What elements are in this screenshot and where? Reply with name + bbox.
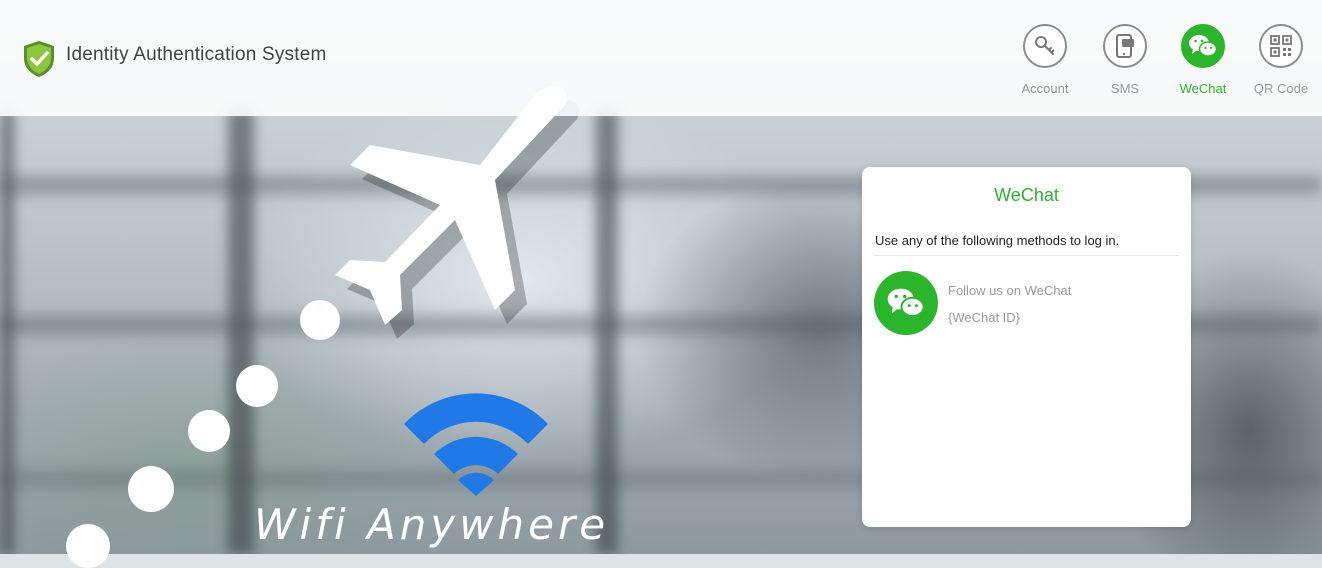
- card-title: WeChat: [994, 185, 1059, 205]
- wechat-icon: [1189, 35, 1218, 57]
- nav-wechat-label: WeChat: [1179, 81, 1227, 96]
- wechat-follow-button[interactable]: [874, 271, 938, 335]
- shield-check-icon: [24, 41, 54, 77]
- decorative-dot: [66, 524, 110, 568]
- nav-qr-code-label: QR Code: [1253, 81, 1309, 96]
- page-title: Identity Authentication System: [66, 44, 327, 65]
- card-description: Use any of the following methods to log …: [875, 233, 1120, 248]
- nav-wechat[interactable]: WeChat: [1168, 24, 1238, 96]
- nav-account[interactable]: Account: [1010, 24, 1080, 96]
- qr-code-icon: [1270, 35, 1292, 57]
- nav-account-label: Account: [1021, 81, 1069, 96]
- wechat-icon: [887, 288, 925, 318]
- decorative-dot: [300, 300, 340, 340]
- divider: [874, 255, 1179, 256]
- follow-text[interactable]: Follow us on WeChat: [948, 283, 1071, 298]
- nav-wechat-circle: [1181, 24, 1225, 68]
- decorative-dot: [128, 466, 174, 512]
- nav-sms-circle: [1103, 24, 1147, 68]
- banner-text: Wifi Anywhere: [254, 500, 610, 549]
- phone-message-icon: [1116, 34, 1134, 58]
- wifi-icon: [404, 393, 548, 496]
- nav-sms-label: SMS: [1110, 81, 1140, 96]
- decorative-dot: [236, 365, 278, 407]
- decorative-dot: [188, 410, 230, 452]
- nav-qr-code[interactable]: QR Code: [1246, 24, 1316, 96]
- nav-sms[interactable]: SMS: [1090, 24, 1160, 96]
- login-card: WeChat Use any of the following methods …: [862, 167, 1191, 527]
- nav-account-circle: [1023, 24, 1067, 68]
- key-icon: [1035, 36, 1055, 55]
- nav-qr-code-circle: [1259, 24, 1303, 68]
- wechat-id-text: {WeChat ID}: [948, 310, 1021, 325]
- header-bar: Identity Authentication System Account S…: [0, 0, 1322, 116]
